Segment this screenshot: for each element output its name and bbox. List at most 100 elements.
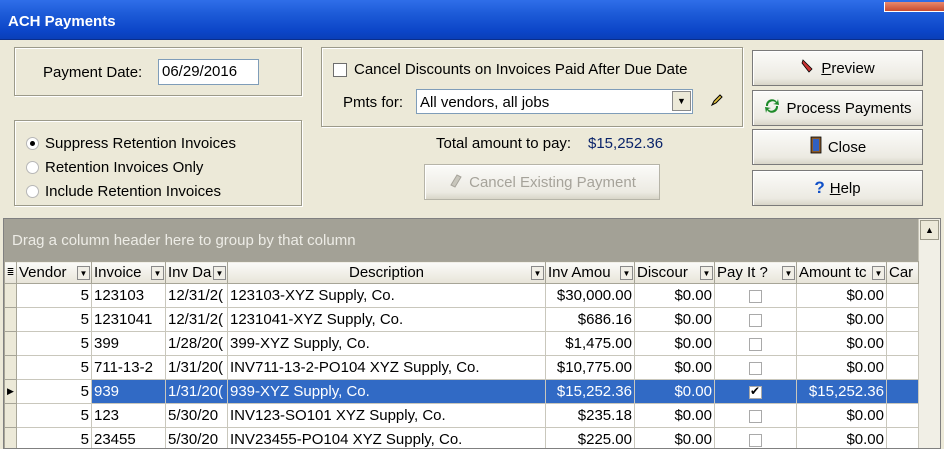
cell-amount-to-pay[interactable]: $0.00: [796, 307, 887, 332]
column-header-vendor[interactable]: Vendor ▼: [16, 261, 92, 284]
table-row[interactable]: 5 711-13-2 1/31/20(INV711-13-2-PO104 XYZ S…: [4, 355, 919, 380]
cell-discount[interactable]: $0.00: [634, 355, 715, 380]
cell-inv-amount[interactable]: $225.00: [545, 427, 635, 448]
table-row[interactable]: ▶ 5 939 1/31/20(939-XYZ Supply, Co. $15,252.…: [4, 379, 919, 404]
cell-inv-amount[interactable]: $30,000.00: [545, 283, 635, 308]
cell-description[interactable]: 123103-XYZ Supply, Co.: [227, 283, 546, 308]
cell-invoice[interactable]: 399: [91, 331, 166, 356]
pay-it-checkbox[interactable]: [749, 409, 762, 423]
cell-pay-it[interactable]: [714, 283, 797, 308]
chevron-down-icon[interactable]: ▼: [531, 266, 544, 280]
cell-invoice[interactable]: 1231041: [91, 307, 166, 332]
column-header-discount[interactable]: Discour ▼: [634, 261, 715, 284]
cell-amount-to-pay[interactable]: $0.00: [796, 355, 887, 380]
cell-invoice[interactable]: 711-13-2: [91, 355, 166, 380]
cell-discount[interactable]: $0.00: [634, 283, 715, 308]
pencil-icon[interactable]: [710, 93, 724, 111]
cell-pay-it[interactable]: [714, 379, 797, 404]
scroll-up-icon[interactable]: ▲: [920, 220, 939, 240]
pay-it-checkbox[interactable]: [749, 337, 762, 351]
radio-suppress-retention[interactable]: [26, 137, 39, 150]
process-payments-button[interactable]: Process Payments: [752, 90, 923, 126]
cell-vendor[interactable]: 5: [16, 307, 92, 332]
cell-inv-amount[interactable]: $15,252.36: [545, 379, 635, 404]
cell-invoice[interactable]: 23455: [91, 427, 166, 448]
pay-it-checkbox[interactable]: [749, 433, 762, 447]
table-row[interactable]: 5 123 5/30/20 INV123-SO101 XYZ Supply, Co. $…: [4, 403, 919, 428]
column-header-inv-date[interactable]: Inv Da ▼: [165, 261, 228, 284]
cell-inv-amount[interactable]: $235.18: [545, 403, 635, 428]
cell-discount[interactable]: $0.00: [634, 307, 715, 332]
cell-amount-to-pay[interactable]: $0.00: [796, 427, 887, 448]
row-indicator[interactable]: ▶: [4, 379, 17, 404]
column-header-invoice[interactable]: Invoice ▼: [91, 261, 166, 284]
cell-pay-it[interactable]: [714, 355, 797, 380]
cell-description[interactable]: INV23455-PO104 XYZ Supply, Co.: [227, 427, 546, 448]
table-row[interactable]: 5 1231041 12/31/2(1231041-XYZ Supply, Co. $…: [4, 307, 919, 332]
pay-it-checkbox[interactable]: [749, 384, 762, 399]
cell-car[interactable]: [886, 403, 919, 428]
cell-car[interactable]: [886, 283, 919, 308]
pay-it-checkbox[interactable]: [749, 313, 762, 327]
cell-car[interactable]: [886, 379, 919, 404]
pay-it-checkbox[interactable]: [749, 289, 762, 303]
cancel-discounts-checkbox[interactable]: [333, 63, 347, 77]
row-indicator[interactable]: [4, 307, 17, 332]
cell-description[interactable]: 1231041-XYZ Supply, Co.: [227, 307, 546, 332]
cell-invoice[interactable]: 939: [91, 379, 166, 404]
cell-pay-it[interactable]: [714, 403, 797, 428]
column-header-description[interactable]: Description ▼: [227, 261, 546, 284]
pmts-for-select[interactable]: All vendors, all jobs ▼: [416, 89, 693, 114]
cell-inv-amount[interactable]: $10,775.00: [545, 355, 635, 380]
row-indicator[interactable]: [4, 403, 17, 428]
cell-inv-date[interactable]: 5/30/20: [165, 403, 228, 428]
cancel-existing-payment-button[interactable]: Cancel Existing Payment: [424, 164, 660, 200]
cell-inv-amount[interactable]: $1,475.00: [545, 331, 635, 356]
cell-invoice[interactable]: 123103: [91, 283, 166, 308]
pay-it-checkbox[interactable]: [749, 361, 762, 375]
chevron-down-icon[interactable]: ▼: [672, 91, 691, 111]
chevron-down-icon[interactable]: ▼: [213, 266, 226, 280]
cell-inv-date[interactable]: 1/31/20(: [165, 379, 228, 404]
cell-car[interactable]: [886, 307, 919, 332]
cell-vendor[interactable]: 5: [16, 379, 92, 404]
row-indicator[interactable]: [4, 355, 17, 380]
row-indicator[interactable]: [4, 331, 17, 356]
cell-description[interactable]: 939-XYZ Supply, Co.: [227, 379, 546, 404]
cell-description[interactable]: 399-XYZ Supply, Co.: [227, 331, 546, 356]
cell-car[interactable]: [886, 355, 919, 380]
table-row[interactable]: 5 399 1/28/20(399-XYZ Supply, Co. $1,475.00…: [4, 331, 919, 356]
cell-description[interactable]: INV711-13-2-PO104 XYZ Supply, Co.: [227, 355, 546, 380]
cell-invoice[interactable]: 123: [91, 403, 166, 428]
column-header-car[interactable]: Car: [886, 261, 919, 284]
cell-vendor[interactable]: 5: [16, 427, 92, 448]
radio-retention-only[interactable]: [26, 161, 39, 174]
cell-description[interactable]: INV123-SO101 XYZ Supply, Co.: [227, 403, 546, 428]
table-row[interactable]: 5 123103 12/31/2(123103-XYZ Supply, Co. $30…: [4, 283, 919, 308]
row-indicator[interactable]: [4, 427, 17, 448]
cell-pay-it[interactable]: [714, 307, 797, 332]
radio-include-retention[interactable]: [26, 185, 39, 198]
cell-amount-to-pay[interactable]: $0.00: [796, 403, 887, 428]
chevron-down-icon[interactable]: ▼: [782, 266, 795, 280]
cell-inv-amount[interactable]: $686.16: [545, 307, 635, 332]
chevron-down-icon[interactable]: ▼: [151, 266, 164, 280]
chevron-down-icon[interactable]: ▼: [700, 266, 713, 280]
row-indicator[interactable]: [4, 283, 17, 308]
cell-pay-it[interactable]: [714, 331, 797, 356]
column-selector-icon[interactable]: ≣: [4, 261, 17, 284]
cell-vendor[interactable]: 5: [16, 331, 92, 356]
cell-discount[interactable]: $0.00: [634, 403, 715, 428]
cell-vendor[interactable]: 5: [16, 355, 92, 380]
cell-car[interactable]: [886, 331, 919, 356]
chevron-down-icon[interactable]: ▼: [872, 266, 885, 280]
group-by-panel[interactable]: Drag a column header here to group by th…: [4, 219, 918, 261]
preview-button[interactable]: Preview: [752, 50, 923, 86]
chevron-down-icon[interactable]: ▼: [620, 266, 633, 280]
close-button[interactable]: Close: [752, 129, 923, 165]
cell-inv-date[interactable]: 12/31/2(: [165, 283, 228, 308]
cell-amount-to-pay[interactable]: $0.00: [796, 331, 887, 356]
cell-amount-to-pay[interactable]: $0.00: [796, 283, 887, 308]
cell-inv-date[interactable]: 5/30/20: [165, 427, 228, 448]
column-header-pay-it[interactable]: Pay It ? ▼: [714, 261, 797, 284]
